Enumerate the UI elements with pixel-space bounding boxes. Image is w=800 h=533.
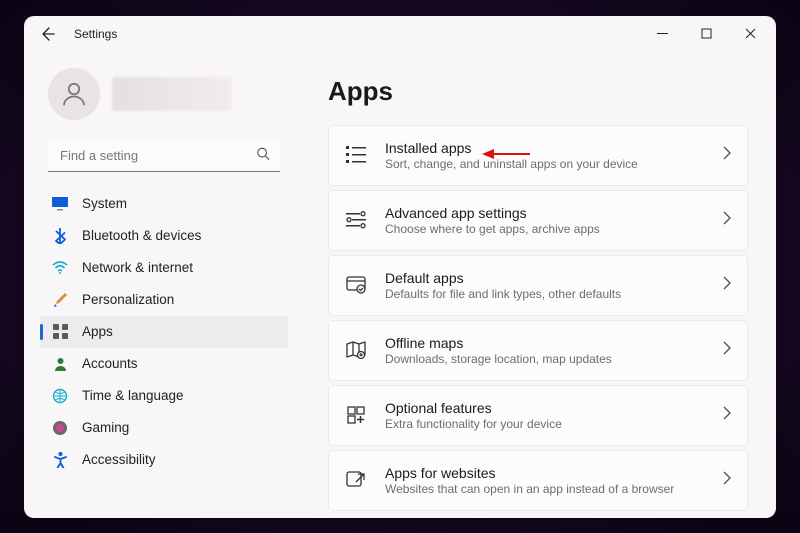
close-button[interactable] <box>728 18 772 50</box>
arrow-left-icon <box>39 26 55 42</box>
main: Apps Installed apps Sort, change, and un… <box>296 52 776 518</box>
sidebar-item-label: Apps <box>82 324 113 339</box>
chevron-right-icon <box>723 211 731 230</box>
sidebar-item-label: Time & language <box>82 388 184 403</box>
card-body: Apps for websites Websites that can open… <box>385 465 705 496</box>
list-icon <box>345 144 367 166</box>
sidebar-item-label: System <box>82 196 127 211</box>
chevron-right-icon <box>723 276 731 295</box>
sidebar-item-label: Gaming <box>82 420 129 435</box>
brush-icon <box>52 292 68 308</box>
apps-icon <box>52 324 68 340</box>
default-apps-icon <box>345 274 367 296</box>
card-title: Advanced app settings <box>385 205 705 221</box>
card-sub: Choose where to get apps, archive apps <box>385 222 705 236</box>
sidebar-item-bluetooth[interactable]: Bluetooth & devices <box>40 220 288 252</box>
card-optional-features[interactable]: Optional features Extra functionality fo… <box>328 385 748 446</box>
bluetooth-icon <box>52 228 68 244</box>
search-wrap <box>48 140 280 172</box>
card-sub: Defaults for file and link types, other … <box>385 287 705 301</box>
close-icon <box>745 28 756 39</box>
profile[interactable] <box>40 60 288 136</box>
search-icon <box>256 146 270 165</box>
card-body: Advanced app settings Choose where to ge… <box>385 205 705 236</box>
card-advanced-app-settings[interactable]: Advanced app settings Choose where to ge… <box>328 190 748 251</box>
card-body: Installed apps Sort, change, and uninsta… <box>385 140 705 171</box>
card-sub: Extra functionality for your device <box>385 417 705 431</box>
titlebar-left: Settings <box>38 25 117 43</box>
maximize-button[interactable] <box>684 18 728 50</box>
sidebar-item-label: Accessibility <box>82 452 156 467</box>
card-title: Optional features <box>385 400 705 416</box>
chevron-right-icon <box>723 146 731 165</box>
card-title: Default apps <box>385 270 705 286</box>
cards-list: Installed apps Sort, change, and uninsta… <box>328 125 748 518</box>
card-offline-maps[interactable]: Offline maps Downloads, storage location… <box>328 320 748 381</box>
card-body: Offline maps Downloads, storage location… <box>385 335 705 366</box>
sidebar-item-personalization[interactable]: Personalization <box>40 284 288 316</box>
sidebar-item-network[interactable]: Network & internet <box>40 252 288 284</box>
window-controls <box>640 18 772 50</box>
card-sub: Websites that can open in an app instead… <box>385 482 705 496</box>
system-icon <box>52 196 68 212</box>
card-title: Installed apps <box>385 140 705 156</box>
search-input[interactable] <box>48 140 280 172</box>
card-body: Default apps Defaults for file and link … <box>385 270 705 301</box>
sidebar-item-apps[interactable]: Apps <box>40 316 288 348</box>
accounts-icon <box>52 356 68 372</box>
card-body: Optional features Extra functionality fo… <box>385 400 705 431</box>
titlebar: Settings <box>24 16 776 52</box>
globe-clock-icon <box>52 388 68 404</box>
profile-name-redacted <box>112 77 232 111</box>
sidebar-item-accounts[interactable]: Accounts <box>40 348 288 380</box>
avatar <box>48 68 100 120</box>
back-button[interactable] <box>38 25 56 43</box>
sidebar-item-label: Network & internet <box>82 260 193 275</box>
features-icon <box>345 404 367 426</box>
chevron-right-icon <box>723 341 731 360</box>
sidebar-item-system[interactable]: System <box>40 188 288 220</box>
sidebar-item-accessibility[interactable]: Accessibility <box>40 444 288 476</box>
nav: System Bluetooth & devices Network & int… <box>40 188 288 476</box>
chevron-right-icon <box>723 406 731 425</box>
app-link-icon <box>345 469 367 491</box>
sidebar-item-label: Accounts <box>82 356 138 371</box>
card-title: Offline maps <box>385 335 705 351</box>
card-sub: Sort, change, and uninstall apps on your… <box>385 157 705 171</box>
minimize-button[interactable] <box>640 18 684 50</box>
page-title: Apps <box>328 76 748 107</box>
minimize-icon <box>657 28 668 39</box>
sidebar-item-time-language[interactable]: Time & language <box>40 380 288 412</box>
person-icon <box>59 79 89 109</box>
card-default-apps[interactable]: Default apps Defaults for file and link … <box>328 255 748 316</box>
content: System Bluetooth & devices Network & int… <box>24 52 776 518</box>
advanced-settings-icon <box>345 209 367 231</box>
settings-window: Settings <box>24 16 776 518</box>
sidebar-item-label: Bluetooth & devices <box>82 228 201 243</box>
sidebar: System Bluetooth & devices Network & int… <box>24 52 296 518</box>
gaming-icon <box>52 420 68 436</box>
card-apps-for-websites[interactable]: Apps for websites Websites that can open… <box>328 450 748 511</box>
card-title: Apps for websites <box>385 465 705 481</box>
sidebar-item-gaming[interactable]: Gaming <box>40 412 288 444</box>
window-title: Settings <box>74 27 117 41</box>
wifi-icon <box>52 260 68 276</box>
card-sub: Downloads, storage location, map updates <box>385 352 705 366</box>
map-icon <box>345 339 367 361</box>
chevron-right-icon <box>723 471 731 490</box>
card-installed-apps[interactable]: Installed apps Sort, change, and uninsta… <box>328 125 748 186</box>
maximize-icon <box>701 28 712 39</box>
sidebar-item-label: Personalization <box>82 292 174 307</box>
accessibility-icon <box>52 452 68 468</box>
